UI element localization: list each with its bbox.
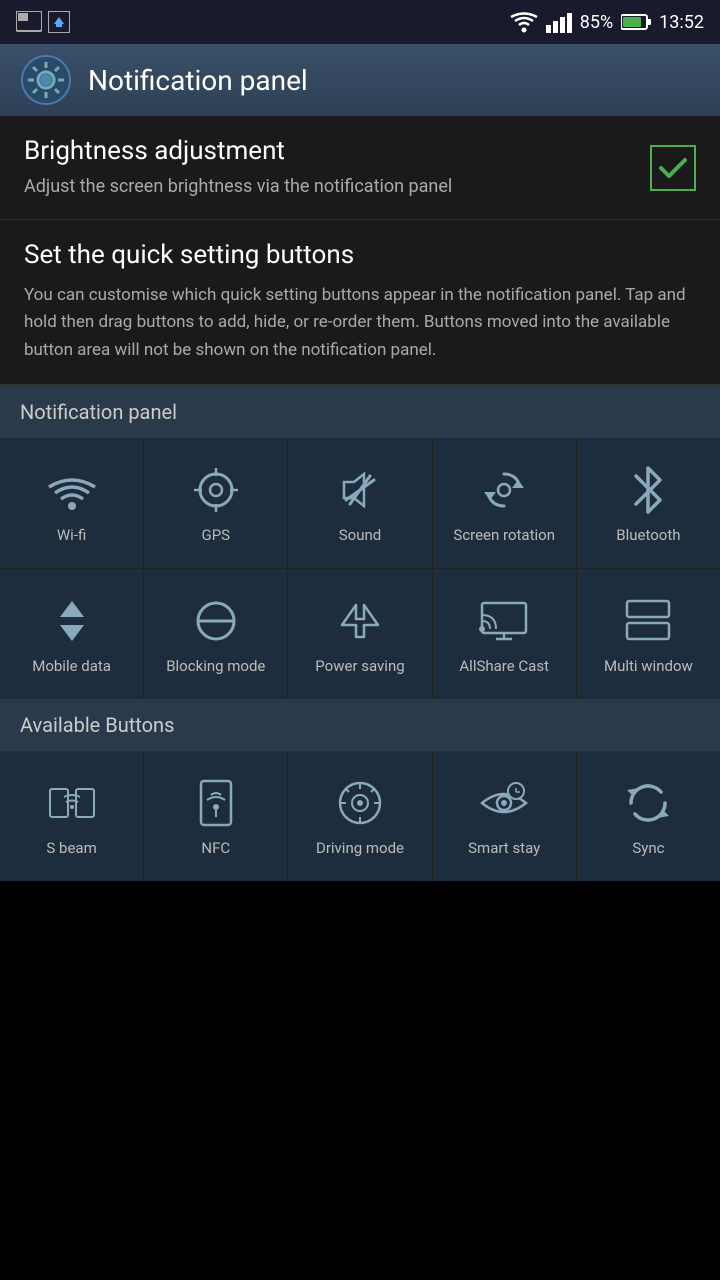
- gps-label: GPS: [201, 526, 230, 546]
- header-title: Notification panel: [88, 64, 308, 97]
- signal-icon: [546, 11, 572, 33]
- power-saving-label: Power saving: [315, 657, 404, 677]
- allshare-cast-label: AllShare Cast: [459, 657, 549, 677]
- driving-mode-label: Driving mode: [316, 839, 404, 859]
- wifi-icon: [46, 464, 98, 516]
- multi-window-button[interactable]: Multi window: [577, 569, 720, 699]
- smart-stay-button[interactable]: Smart stay: [433, 751, 576, 881]
- wifi-label: Wi-fi: [57, 526, 86, 546]
- notification-panel-header: Notification panel: [0, 386, 720, 438]
- quick-setting-title: Set the quick setting buttons: [24, 240, 696, 270]
- brightness-title: Brightness adjustment: [24, 136, 650, 166]
- screen-rotation-button[interactable]: Screen rotation: [433, 438, 576, 568]
- status-bar: 85% 13:52: [0, 0, 720, 44]
- brightness-text: Brightness adjustment Adjust the screen …: [24, 136, 650, 199]
- gps-icon: [190, 464, 242, 516]
- s-beam-button[interactable]: S beam: [0, 751, 143, 881]
- bluetooth-icon: [622, 464, 674, 516]
- smart-stay-label: Smart stay: [468, 839, 540, 859]
- driving-mode-icon: [334, 777, 386, 829]
- status-bar-left: [16, 11, 70, 33]
- screen-rotation-label: Screen rotation: [453, 526, 555, 546]
- time: 13:52: [659, 12, 704, 33]
- smart-stay-icon: [478, 777, 530, 829]
- mobile-data-label: Mobile data: [32, 657, 111, 677]
- sound-label: Sound: [339, 526, 381, 546]
- nfc-label: NFC: [201, 839, 230, 859]
- allshare-cast-icon: [478, 595, 530, 647]
- wifi-status-icon: [510, 11, 538, 33]
- gallery-icon: [16, 11, 42, 33]
- gps-button[interactable]: GPS: [144, 438, 287, 568]
- sync-label: Sync: [632, 839, 664, 859]
- bluetooth-button[interactable]: Bluetooth: [577, 438, 720, 568]
- blocking-mode-label: Blocking mode: [166, 657, 265, 677]
- brightness-checkbox[interactable]: [650, 145, 696, 191]
- sync-button[interactable]: Sync: [577, 751, 720, 881]
- sound-icon: [334, 464, 386, 516]
- available-buttons-grid: S beam NFC: [0, 751, 720, 881]
- screen-rotation-icon: [478, 464, 530, 516]
- mobile-data-icon: [46, 595, 98, 647]
- nfc-icon: [190, 777, 242, 829]
- multi-window-label: Multi window: [604, 657, 693, 677]
- bluetooth-label: Bluetooth: [616, 526, 680, 546]
- notification-panel-label: Notification panel: [20, 400, 177, 424]
- nfc-button[interactable]: NFC: [144, 751, 287, 881]
- settings-icon: [20, 54, 72, 106]
- status-icons: 85% 13:52: [510, 11, 704, 33]
- mobile-data-button[interactable]: Mobile data: [0, 569, 143, 699]
- driving-mode-button[interactable]: Driving mode: [288, 751, 431, 881]
- sync-icon: [622, 777, 674, 829]
- brightness-section[interactable]: Brightness adjustment Adjust the screen …: [0, 116, 720, 220]
- battery-percent: 85%: [580, 12, 613, 33]
- header: Notification panel: [0, 44, 720, 116]
- blocking-mode-button[interactable]: Blocking mode: [144, 569, 287, 699]
- battery-icon: [621, 13, 651, 31]
- quick-setting-description: You can customise which quick setting bu…: [24, 282, 696, 364]
- blocking-mode-icon: [190, 595, 242, 647]
- available-buttons-label: Available Buttons: [20, 713, 174, 737]
- brightness-description: Adjust the screen brightness via the not…: [24, 174, 650, 199]
- power-saving-icon: [334, 595, 386, 647]
- s-beam-label: S beam: [46, 839, 96, 859]
- notification-panel-grid: Wi-fi GPS Sound: [0, 438, 720, 699]
- multi-window-icon: [622, 595, 674, 647]
- sound-button[interactable]: Sound: [288, 438, 431, 568]
- allshare-cast-button[interactable]: AllShare Cast: [433, 569, 576, 699]
- s-beam-icon: [46, 777, 98, 829]
- quick-setting-section: Set the quick setting buttons You can cu…: [0, 220, 720, 386]
- power-saving-button[interactable]: Power saving: [288, 569, 431, 699]
- wifi-button[interactable]: Wi-fi: [0, 438, 143, 568]
- download-icon: [48, 11, 70, 33]
- available-buttons-header: Available Buttons: [0, 699, 720, 751]
